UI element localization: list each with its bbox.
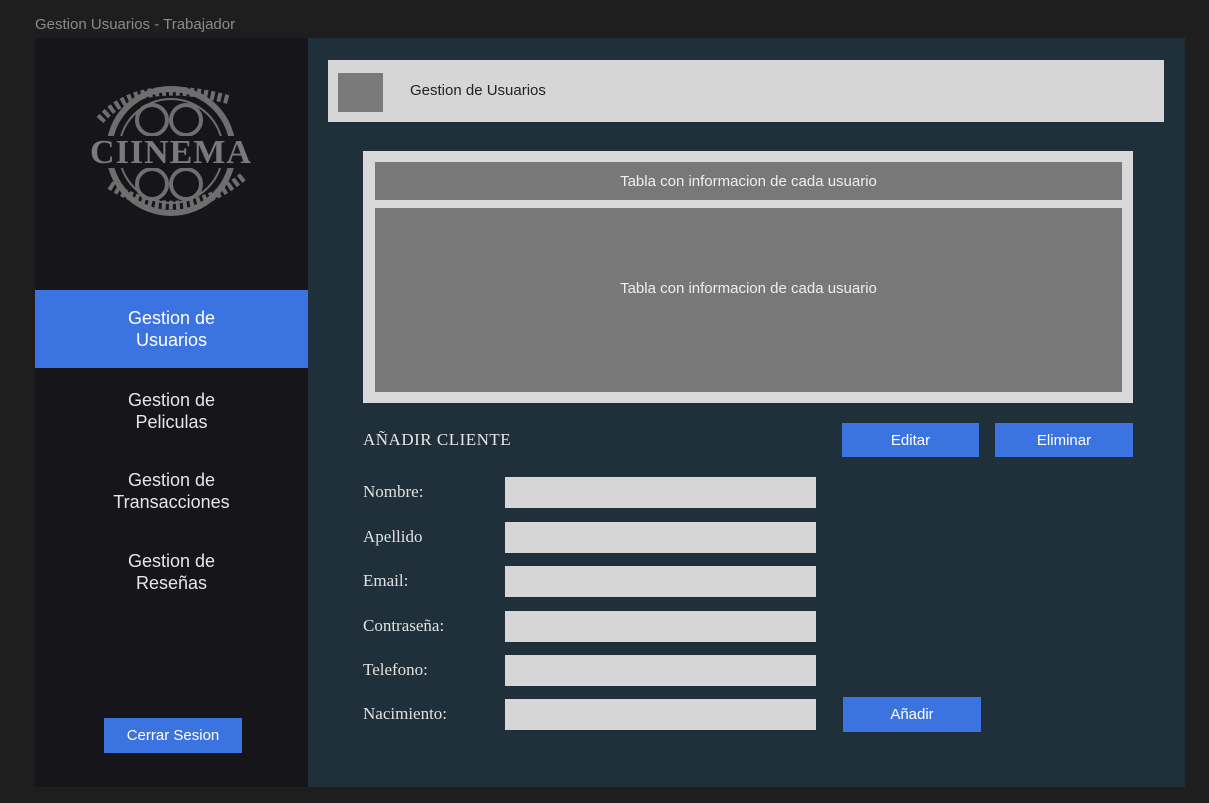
apellido-field[interactable] (505, 522, 816, 553)
telefono-label: Telefono: (363, 660, 428, 679)
contrasena-field[interactable] (505, 611, 816, 642)
contrasena-label: Contraseña: (363, 616, 445, 635)
delete-button[interactable]: Eliminar (995, 423, 1133, 457)
page-header: Gestion de Usuarios (328, 60, 1164, 122)
nombre-label: Nombre: (363, 482, 424, 501)
nacimiento-label: Nacimiento: (363, 704, 448, 723)
email-field[interactable] (505, 566, 816, 597)
users-table: Tabla con informacion de cada usuario Ta… (363, 151, 1133, 403)
form-title: AÑADIR CLIENTE (363, 430, 512, 449)
email-label: Email: (363, 571, 409, 590)
window-title: Gestion Usuarios - Trabajador (35, 16, 236, 33)
telefono-field[interactable] (505, 655, 816, 686)
table-body[interactable]: Tabla con informacion de cada usuario (375, 208, 1122, 392)
sidebar: CIINEMA Gestion de Usuarios Gestion de P… (35, 38, 308, 787)
nombre-field[interactable] (505, 477, 816, 508)
sidebar-item-usuarios[interactable]: Gestion de Usuarios (35, 290, 308, 368)
table-header: Tabla con informacion de cada usuario (375, 162, 1122, 200)
logout-button[interactable]: Cerrar Sesion (104, 718, 242, 753)
sidebar-item-peliculas[interactable]: Gestion de Peliculas (35, 372, 308, 450)
sidebar-item-label: Gestion de Reseñas (127, 551, 216, 593)
add-button[interactable]: Añadir (843, 697, 981, 732)
sidebar-item-resenas[interactable]: Gestion de Reseñas (35, 533, 308, 611)
apellido-label: Apellido (363, 527, 423, 546)
cinema-logo: CIINEMA (86, 86, 256, 216)
page-title: Gestion de Usuarios (410, 82, 546, 99)
sidebar-item-label: Gestion de Transacciones (113, 470, 230, 512)
svg-text:CIINEMA: CIINEMA (90, 134, 252, 171)
nacimiento-field[interactable] (505, 699, 816, 730)
sidebar-item-label: Gestion de Peliculas (127, 390, 216, 432)
header-icon-placeholder (338, 73, 383, 112)
edit-button[interactable]: Editar (842, 423, 979, 457)
sidebar-item-transacciones[interactable]: Gestion de Transacciones (35, 452, 308, 530)
sidebar-item-label: Gestion de Usuarios (127, 308, 216, 350)
